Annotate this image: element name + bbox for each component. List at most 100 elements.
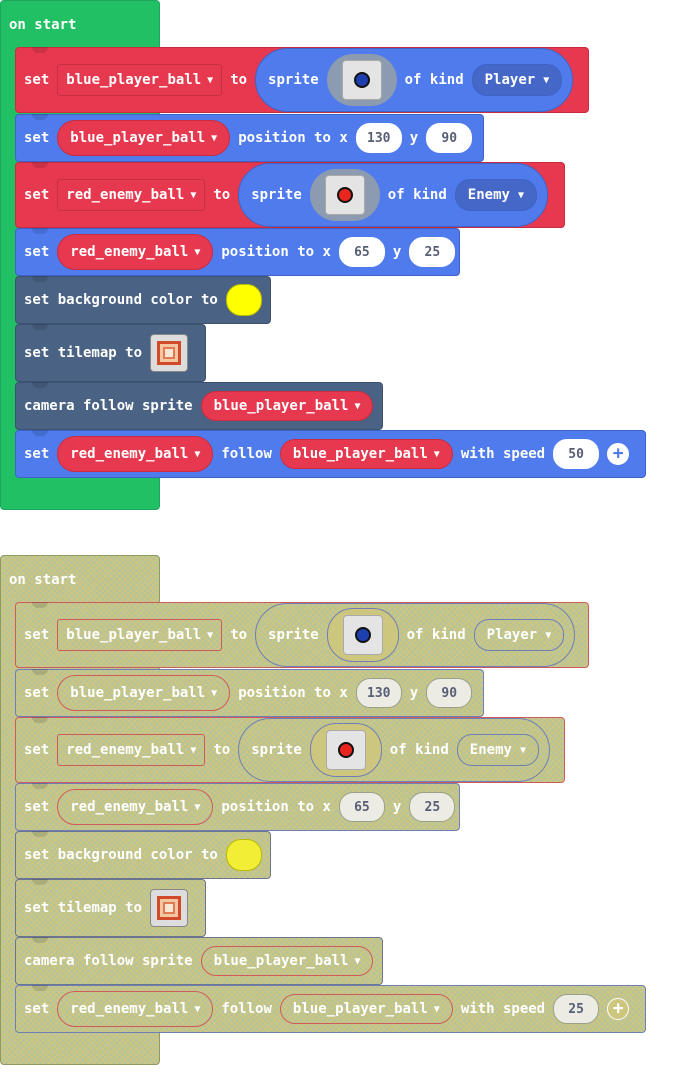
variable-reporter[interactable]: blue_player_ball ▼: [57, 120, 231, 156]
variable-name: blue_player_ball: [213, 953, 349, 969]
on-start-stack-disabled: on start set blue_player_ball ▼ to sprit…: [0, 555, 698, 1075]
set-sprite-block[interactable]: set blue_player_ball ▼ to sprite of kind…: [15, 47, 589, 113]
set-keyword: set: [24, 244, 50, 260]
sprite-reporter[interactable]: sprite of kind Enemy ▼: [238, 718, 550, 782]
y-label: y: [392, 244, 402, 260]
set-tilemap-block[interactable]: set tilemap to: [15, 324, 206, 382]
variable-reporter[interactable]: red_enemy_ball ▼: [57, 991, 214, 1027]
variable-reporter[interactable]: red_enemy_ball ▼: [57, 436, 214, 472]
set-sprite-block[interactable]: set red_enemy_ball ▼ to sprite of kind E…: [15, 162, 565, 228]
position-label: position to x: [221, 799, 331, 815]
sprite-keyword: sprite: [251, 187, 302, 203]
variable-name: red_enemy_ball: [70, 799, 189, 815]
color-picker[interactable]: [225, 839, 262, 871]
variable-reporter[interactable]: red_enemy_ball ▼: [57, 789, 214, 825]
follow-with-speed-block[interactable]: set red_enemy_ball ▼ follow blue_player_…: [15, 430, 646, 478]
dropdown-caret-icon: ▼: [190, 744, 197, 756]
red-ball-icon: [336, 187, 353, 203]
speed-label: with speed: [460, 1001, 546, 1017]
block-label: set background color to: [24, 292, 218, 308]
dropdown-caret-icon: ▼: [211, 687, 218, 699]
block-label: set tilemap to: [24, 345, 143, 361]
blue-ball-icon: [353, 72, 370, 88]
variable-name: blue_player_ball: [292, 446, 428, 462]
x-input[interactable]: 65: [338, 792, 385, 822]
dropdown-caret-icon: ▼: [211, 132, 218, 144]
plus-icon[interactable]: +: [607, 443, 630, 465]
plus-icon[interactable]: +: [607, 998, 630, 1020]
set-position-block[interactable]: set red_enemy_ball ▼ position to x 65 y …: [15, 228, 460, 276]
y-label: y: [409, 685, 419, 701]
y-input[interactable]: 25: [409, 792, 456, 822]
x-input[interactable]: 130: [355, 678, 402, 708]
dropdown-caret-icon: ▼: [190, 189, 197, 201]
camera-follow-sprite-block[interactable]: camera follow sprite blue_player_ball ▼: [15, 937, 383, 985]
dropdown-caret-icon: ▼: [194, 1003, 201, 1015]
sprite-image: [325, 730, 366, 770]
variable-reporter[interactable]: blue_player_ball ▼: [200, 391, 374, 421]
sprite-keyword: sprite: [268, 627, 319, 643]
set-keyword: set: [24, 799, 50, 815]
set-position-block[interactable]: set blue_player_ball ▼ position to x 130…: [15, 114, 484, 162]
dropdown-caret-icon: ▼: [354, 955, 361, 967]
dropdown-caret-icon: ▼: [433, 448, 440, 460]
set-background-color-block[interactable]: set background color to: [15, 831, 271, 879]
variable-dropdown[interactable]: blue_player_ball ▼: [57, 619, 223, 651]
y-label: y: [409, 130, 419, 146]
variable-dropdown[interactable]: red_enemy_ball ▼: [57, 734, 206, 766]
hat-label: on start: [9, 572, 77, 588]
sprite-reporter[interactable]: sprite of kind Player ▼: [255, 48, 574, 112]
kind-dropdown[interactable]: Player ▼: [473, 619, 565, 651]
set-keyword: set: [24, 685, 50, 701]
sprite-image-slot[interactable]: [326, 608, 399, 662]
sprite-image-slot[interactable]: [326, 54, 397, 106]
y-input[interactable]: 90: [426, 123, 473, 153]
sprite-image-slot[interactable]: [309, 169, 380, 221]
variable-dropdown[interactable]: red_enemy_ball ▼: [57, 179, 206, 211]
block-label: set tilemap to: [24, 900, 143, 916]
kind-dropdown[interactable]: Enemy ▼: [454, 179, 537, 211]
position-label: position to x: [221, 244, 331, 260]
kind-dropdown[interactable]: Player ▼: [471, 64, 563, 96]
variable-reporter[interactable]: red_enemy_ball ▼: [57, 234, 214, 270]
sprite-image: [324, 175, 365, 215]
variable-name: red_enemy_ball: [70, 446, 189, 462]
set-position-block[interactable]: set red_enemy_ball ▼ position to x 65 y …: [15, 783, 460, 831]
tilemap-icon: [157, 896, 182, 920]
speed-input[interactable]: 25: [553, 994, 600, 1024]
sprite-reporter[interactable]: sprite of kind Player ▼: [255, 603, 576, 667]
sprite-keyword: sprite: [268, 72, 319, 88]
set-keyword: set: [24, 187, 50, 203]
sprite-keyword: sprite: [251, 742, 302, 758]
y-input[interactable]: 90: [426, 678, 473, 708]
target-variable-reporter[interactable]: blue_player_ball ▼: [279, 994, 453, 1024]
set-sprite-block[interactable]: set blue_player_ball ▼ to sprite of kind…: [15, 602, 589, 668]
x-input[interactable]: 130: [355, 123, 402, 153]
sprite-image-slot[interactable]: [309, 723, 382, 777]
color-picker[interactable]: [225, 284, 262, 316]
block-label: set background color to: [24, 847, 218, 863]
variable-name: red_enemy_ball: [70, 244, 189, 260]
follow-with-speed-block[interactable]: set red_enemy_ball ▼ follow blue_player_…: [15, 985, 646, 1033]
target-variable-reporter[interactable]: blue_player_ball ▼: [279, 439, 453, 469]
variable-reporter[interactable]: blue_player_ball ▼: [57, 675, 231, 711]
variable-dropdown[interactable]: blue_player_ball ▼: [57, 64, 223, 96]
kind-dropdown[interactable]: Enemy ▼: [456, 734, 539, 766]
y-input[interactable]: 25: [409, 237, 456, 267]
to-keyword: to: [230, 72, 248, 88]
to-keyword: to: [213, 187, 231, 203]
camera-follow-sprite-block[interactable]: camera follow sprite blue_player_ball ▼: [15, 382, 383, 430]
set-background-color-block[interactable]: set background color to: [15, 276, 271, 324]
set-sprite-block[interactable]: set red_enemy_ball ▼ to sprite of kind E…: [15, 717, 565, 783]
x-input[interactable]: 65: [338, 237, 385, 267]
variable-reporter[interactable]: blue_player_ball ▼: [200, 946, 374, 976]
set-position-block[interactable]: set blue_player_ball ▼ position to x 130…: [15, 669, 484, 717]
set-tilemap-block[interactable]: set tilemap to: [15, 879, 206, 937]
of-kind-keyword: of kind: [389, 742, 449, 758]
speed-input[interactable]: 50: [553, 439, 600, 469]
sprite-image: [341, 60, 382, 100]
tilemap-thumbnail[interactable]: [150, 334, 189, 372]
kind-value: Enemy: [467, 187, 510, 203]
sprite-reporter[interactable]: sprite of kind Enemy ▼: [238, 163, 548, 227]
tilemap-thumbnail[interactable]: [150, 889, 189, 927]
